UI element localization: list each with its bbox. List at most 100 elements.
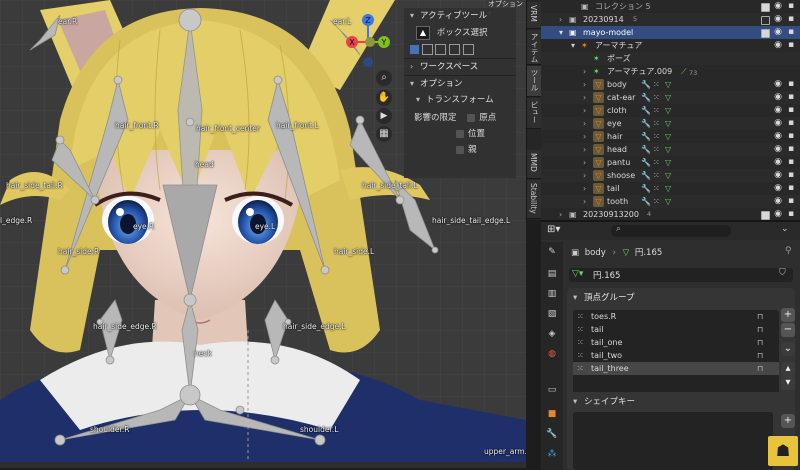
parents-row[interactable]: 親 xyxy=(404,142,516,158)
outliner-row-mesh[interactable]: › ▽ head 🔧 ⁙ ▽ ◉ ▪ xyxy=(541,143,800,156)
chevron-right-icon[interactable]: › xyxy=(583,156,586,169)
camera-icon[interactable]: ▪ xyxy=(786,156,796,169)
modifier-wrench-icon[interactable]: 🔧 xyxy=(641,169,651,182)
locations-row[interactable]: 位置 xyxy=(404,126,516,142)
outliner-row-mesh[interactable]: › ▽ pantu 🔧 ⁙ ▽ ◉ ▪ xyxy=(541,156,800,169)
mesh-data-icon[interactable]: ▽▾ xyxy=(572,269,583,279)
modifier-wrench-icon[interactable]: 🔧 xyxy=(641,130,651,143)
tab-view[interactable]: ビュー xyxy=(527,98,542,129)
chevron-right-icon[interactable]: › xyxy=(583,195,586,208)
zoom-icon[interactable]: ⌕ xyxy=(376,70,392,86)
world-tab-icon[interactable]: ◍ xyxy=(544,346,560,362)
camera-icon[interactable]: ▪ xyxy=(786,39,796,52)
chevron-down-icon[interactable]: ▾ xyxy=(559,26,563,39)
camera-icon[interactable]: ▪ xyxy=(786,26,796,39)
eye-icon[interactable]: ◉ xyxy=(773,169,783,182)
add-shape-key-button[interactable]: + xyxy=(781,414,795,428)
breadcrumb-mesh[interactable]: 円.165 xyxy=(635,248,662,258)
tool-tab-icon[interactable]: ✎ xyxy=(544,244,560,260)
breadcrumb-object[interactable]: body xyxy=(585,248,606,258)
tab-mmd[interactable]: MMD xyxy=(527,150,542,179)
chevron-right-icon[interactable]: › xyxy=(583,169,586,182)
chevron-right-icon[interactable]: › xyxy=(583,117,586,130)
camera-icon[interactable]: ▪ xyxy=(786,104,796,117)
eye-icon[interactable]: ◉ xyxy=(773,104,783,117)
particles-tab-icon[interactable]: ⁂ xyxy=(544,446,560,462)
chevron-right-icon[interactable]: › xyxy=(559,13,562,26)
render-tab-icon[interactable]: ▤ xyxy=(544,266,560,282)
modifier-wrench-icon[interactable]: 🔧 xyxy=(641,104,651,117)
exclude-checkbox[interactable] xyxy=(761,16,770,25)
eye-icon[interactable]: ◉ xyxy=(773,117,783,130)
eye-icon[interactable]: ◉ xyxy=(773,156,783,169)
modifier-wrench-icon[interactable]: 🔧 xyxy=(641,156,651,169)
outliner-row-mesh[interactable]: › ▽ shoose 🔧 ⁙ ▽ ◉ ▪ xyxy=(541,169,800,182)
eye-icon[interactable]: ◉ xyxy=(773,13,783,26)
chevron-right-icon[interactable]: › xyxy=(583,143,586,156)
workspace-header[interactable]: › ワークスペース xyxy=(404,58,516,75)
vertex-group-item[interactable]: ⁙ tail_two ⊓ xyxy=(573,349,779,362)
camera-icon[interactable]: ▪ xyxy=(786,143,796,156)
outliner-row-armature-009[interactable]: › ✶ アーマチュア.009 ⟋ 73 xyxy=(541,65,800,78)
outliner-row-pose[interactable]: ✶ ポーズ xyxy=(541,52,800,65)
camera-icon[interactable]: ▪ xyxy=(786,130,796,143)
modifier-wrench-icon[interactable]: 🔧 xyxy=(641,91,651,104)
lock-icon[interactable]: ⊓ xyxy=(757,323,763,336)
select-intersect-icon[interactable] xyxy=(462,44,474,55)
navigation-gizmo[interactable]: Z Y X xyxy=(340,12,400,70)
mesh-datablock-field[interactable]: ▽▾ 円.165 ⛉ xyxy=(569,268,793,282)
camera-icon[interactable]: ▪ xyxy=(786,91,796,104)
tab-tool[interactable]: ツール xyxy=(527,66,542,97)
view-layer-tab-icon[interactable]: ▧ xyxy=(544,306,560,322)
transform-subheader[interactable]: ▾ トランスフォーム xyxy=(404,92,516,108)
output-tab-icon[interactable]: ▥ xyxy=(544,286,560,302)
tab-item[interactable]: アイテム xyxy=(527,30,542,65)
modifier-wrench-icon[interactable]: 🔧 xyxy=(641,195,651,208)
camera-icon[interactable]: ▪ xyxy=(786,0,796,13)
grid-view-icon[interactable]: ▦ xyxy=(376,126,392,142)
pan-hand-icon[interactable]: ✋ xyxy=(376,90,392,106)
lock-icon[interactable]: ⊓ xyxy=(757,336,763,349)
gizmo-neg-y-axis[interactable] xyxy=(365,37,375,47)
outliner-row-20230914[interactable]: › ▣ 20230914 5 ◉ ▪ xyxy=(541,13,800,26)
chevron-right-icon[interactable]: › xyxy=(583,78,586,91)
move-up-button[interactable]: ▴ xyxy=(781,362,795,376)
camera-icon[interactable]: ▪ xyxy=(786,78,796,91)
options-header[interactable]: ▾ オプション xyxy=(404,75,516,92)
vertex-groups-header[interactable]: ▾ 頂点グループ xyxy=(573,291,634,303)
outliner-row-mesh[interactable]: › ▽ hair 🔧 ⁙ ▽ ◉ ▪ xyxy=(541,130,800,143)
outliner-row-mesh[interactable]: › ▽ cat-ear 🔧 ⁙ ▽ ◉ ▪ xyxy=(541,91,800,104)
chevron-right-icon[interactable]: › xyxy=(583,65,586,78)
camera-icon[interactable]: ▪ xyxy=(786,182,796,195)
outliner-row-mesh[interactable]: › ▽ cloth 🔧 ⁙ ▽ ◉ ▪ xyxy=(541,104,800,117)
object-tab-icon[interactable]: ■ xyxy=(544,406,560,422)
eye-icon[interactable]: ◉ xyxy=(773,195,783,208)
shape-key-list[interactable] xyxy=(573,412,773,470)
outliner-row-armature[interactable]: ▾ ✶ アーマチュア ◉ ▪ xyxy=(541,39,800,52)
camera-icon[interactable]: ▪ xyxy=(786,13,796,26)
select-invert-icon[interactable] xyxy=(449,44,461,55)
selection-mode-row[interactable] xyxy=(404,42,516,58)
modifier-wrench-icon[interactable]: 🔧 xyxy=(641,182,651,195)
chevron-right-icon[interactable]: › xyxy=(583,130,586,143)
origins-checkbox[interactable] xyxy=(467,113,476,122)
dropdown-icon[interactable]: ⌄ xyxy=(781,224,789,234)
gizmo-neg-z-axis[interactable] xyxy=(363,57,373,67)
lock-icon[interactable]: ⊓ xyxy=(757,310,763,323)
vertex-group-item[interactable]: ⁙ tail_one ⊓ xyxy=(573,336,779,349)
modifier-wrench-icon[interactable]: 🔧 xyxy=(641,117,651,130)
eye-icon[interactable]: ◉ xyxy=(773,26,783,39)
eye-icon[interactable]: ◉ xyxy=(773,143,783,156)
chevron-right-icon[interactable]: › xyxy=(583,104,586,117)
vertex-group-item[interactable]: ⁙ toes.R ⊓ xyxy=(573,310,779,323)
move-down-button[interactable]: ▾ xyxy=(781,376,795,390)
select-extend-icon[interactable] xyxy=(421,44,433,55)
properties-search-input[interactable]: ⌕ xyxy=(611,224,731,237)
fake-user-shield-icon[interactable]: ⛉ xyxy=(779,268,786,278)
tab-vrm[interactable]: VRM xyxy=(527,2,542,29)
outliner-row-mayo-model[interactable]: ▾ ▣ mayo-model ◉ ▪ xyxy=(541,26,800,39)
active-tool-header[interactable]: ▾ アクティブツール xyxy=(404,8,516,24)
select-subtract-icon[interactable] xyxy=(435,44,447,55)
collection-tab-icon[interactable]: ▭ xyxy=(544,382,560,398)
editor-type-icon[interactable]: ⊞▾ xyxy=(547,224,560,235)
